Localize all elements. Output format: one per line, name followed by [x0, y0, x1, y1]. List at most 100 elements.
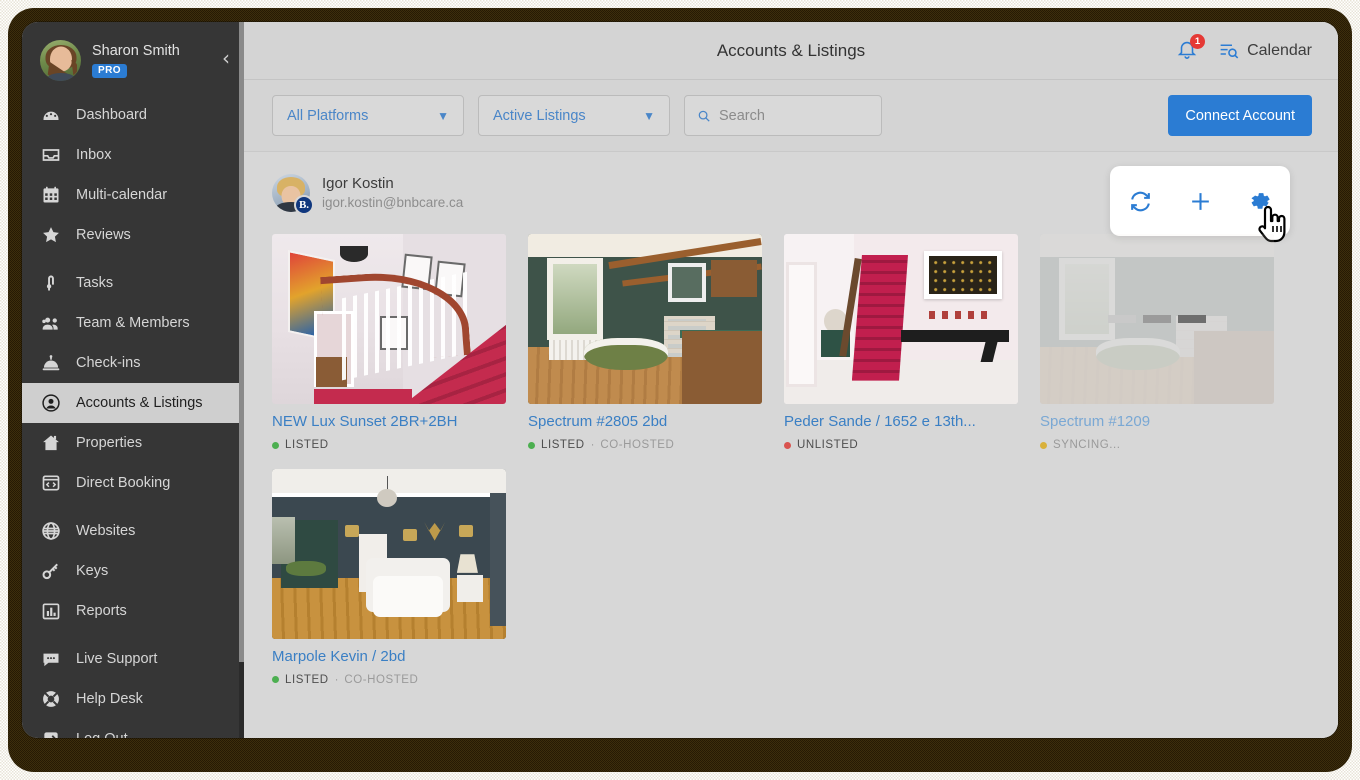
listing-card[interactable]: NEW Lux Sunset 2BR+2BH LISTED [272, 234, 506, 451]
status-label: LISTED [541, 439, 585, 452]
top-bar-actions: 1 Calendar [1176, 33, 1338, 64]
status-dot-icon [272, 676, 279, 684]
listing-thumbnail[interactable] [784, 234, 1018, 405]
settings-button[interactable] [1248, 189, 1273, 214]
app-window: Sharon Smith PRO ‹ Dashboard Inbox Multi-c… [22, 22, 1338, 738]
status-filter-value: Active Listings [493, 107, 586, 124]
add-listing-button[interactable] [1188, 189, 1213, 214]
listing-title[interactable]: Marpole Kevin / 2bd [272, 648, 506, 667]
sidebar-nav: Dashboard Inbox Multi-calendar Reviews Tasks… [22, 95, 244, 738]
listing-card[interactable]: Spectrum #2805 2bd LISTED · CO-HOSTED [528, 234, 762, 451]
chevron-down-icon: ▼ [437, 108, 449, 123]
bar-chart-icon [40, 600, 62, 622]
listing-thumbnail[interactable] [528, 234, 762, 405]
sidebar-divider [22, 503, 244, 511]
listing-card[interactable]: Peder Sande / 1652 e 13th... UNLISTED [784, 234, 1018, 451]
listing-status: SYNCING... [1040, 439, 1274, 451]
connect-account-button[interactable]: Connect Account [1168, 95, 1312, 136]
listing-thumbnail[interactable] [272, 469, 506, 640]
filter-bar: All Platforms ▼ Active Listings ▼ Connec… [244, 80, 1338, 152]
calendar-label: Calendar [1247, 41, 1312, 59]
sidebar-item-accounts-listings[interactable]: Accounts & Listings [22, 383, 244, 423]
account-email: igor.kostin@bnbcare.ca [322, 195, 464, 211]
main-area: Accounts & Listings 1 Calendar All Platf… [244, 22, 1338, 738]
listing-card[interactable]: Marpole Kevin / 2bd LISTED · CO-HOSTED [272, 469, 506, 686]
sidebar-item-label: Reviews [76, 227, 131, 243]
sidebar-item-keys[interactable]: Keys [22, 551, 244, 591]
platform-filter-value: All Platforms [287, 107, 369, 124]
sidebar-item-live-support[interactable]: Live Support [22, 639, 244, 679]
sidebar-item-tasks[interactable]: Tasks [22, 263, 244, 303]
top-bar: Accounts & Listings 1 Calendar [244, 22, 1338, 80]
sync-button[interactable] [1128, 189, 1153, 214]
status-label: LISTED [285, 673, 329, 686]
sidebar-item-dashboard[interactable]: Dashboard [22, 95, 244, 135]
status-separator: · [334, 673, 339, 686]
sidebar-item-direct-booking[interactable]: Direct Booking [22, 463, 244, 503]
listing-thumbnail[interactable] [272, 234, 506, 405]
status-label: SYNCING... [1053, 439, 1121, 452]
status-dot-icon [1040, 441, 1047, 449]
dashboard-icon [40, 104, 62, 126]
sub-status-label: CO-HOSTED [344, 673, 419, 686]
listing-status: LISTED · CO-HOSTED [528, 439, 762, 451]
profile-plan-badge: PRO [92, 63, 127, 79]
sidebar-item-team-members[interactable]: Team & Members [22, 303, 244, 343]
listing-title[interactable]: Spectrum #1209 [1040, 413, 1274, 432]
platform-badge-icon: B. [294, 195, 314, 216]
sub-status-label: CO-HOSTED [600, 439, 675, 452]
search-input[interactable] [718, 107, 869, 124]
sidebar-item-reports[interactable]: Reports [22, 591, 244, 631]
listings-content: B. Igor Kostin igor.kostin@bnbcare.ca NE… [244, 152, 1338, 738]
calendar-icon [40, 184, 62, 206]
syncing-loading-indicator [1108, 315, 1206, 324]
sidebar-item-log-out[interactable]: Log Out [22, 719, 244, 738]
account-avatar: B. [272, 174, 314, 216]
notification-count-badge: 1 [1190, 33, 1206, 49]
key-icon [40, 560, 62, 582]
search-field[interactable] [684, 95, 882, 136]
sidebar-divider [22, 631, 244, 639]
status-label: UNLISTED [797, 439, 859, 452]
sidebar-item-reviews[interactable]: Reviews [22, 215, 244, 255]
status-filter-select[interactable]: Active Listings ▼ [478, 95, 670, 136]
plus-icon [1191, 192, 1209, 210]
listing-card[interactable]: Spectrum #1209 SYNCING... [1040, 234, 1274, 451]
sidebar-divider [22, 255, 244, 263]
sidebar-item-inbox[interactable]: Inbox [22, 135, 244, 175]
lifebuoy-icon [40, 688, 62, 710]
calendar-search-icon [1220, 44, 1239, 59]
screenshot-frame: Sharon Smith PRO ‹ Dashboard Inbox Multi-c… [0, 0, 1360, 780]
sidebar-item-label: Live Support [76, 651, 158, 667]
listing-title[interactable]: Spectrum #2805 2bd [528, 413, 762, 432]
platform-filter-select[interactable]: All Platforms ▼ [272, 95, 464, 136]
sidebar-item-label: Help Desk [76, 691, 143, 707]
calendar-button[interactable]: Calendar [1218, 40, 1312, 61]
sidebar-item-check-ins[interactable]: Check-ins [22, 343, 244, 383]
avatar [40, 40, 81, 81]
sidebar-item-label: Check-ins [76, 355, 141, 371]
sidebar-item-label: Log Out [76, 731, 128, 738]
notifications-button[interactable]: 1 [1176, 33, 1206, 64]
account-actions-panel [1110, 166, 1290, 236]
listing-title[interactable]: Peder Sande / 1652 e 13th... [784, 413, 1018, 432]
sidebar-item-label: Dashboard [76, 107, 147, 123]
listing-title[interactable]: NEW Lux Sunset 2BR+2BH [272, 413, 506, 432]
search-icon [698, 110, 710, 122]
listing-status: LISTED · CO-HOSTED [272, 674, 506, 686]
chevron-down-icon: ▼ [643, 108, 655, 123]
code-window-icon [40, 472, 62, 494]
inbox-icon [40, 144, 62, 166]
home-icon [40, 432, 62, 454]
refresh-icon [1130, 191, 1150, 211]
sidebar-item-websites[interactable]: Websites [22, 511, 244, 551]
sidebar-item-multi-calendar[interactable]: Multi-calendar [22, 175, 244, 215]
sidebar-item-label: Reports [76, 603, 127, 619]
sidebar-item-properties[interactable]: Properties [22, 423, 244, 463]
sidebar-item-help-desk[interactable]: Help Desk [22, 679, 244, 719]
sidebar-profile[interactable]: Sharon Smith PRO ‹ [22, 22, 244, 95]
status-dot-icon [784, 441, 791, 449]
chat-icon [40, 648, 62, 670]
chevron-left-icon[interactable]: ‹ [222, 48, 230, 68]
sidebar-item-label: Accounts & Listings [76, 395, 203, 411]
